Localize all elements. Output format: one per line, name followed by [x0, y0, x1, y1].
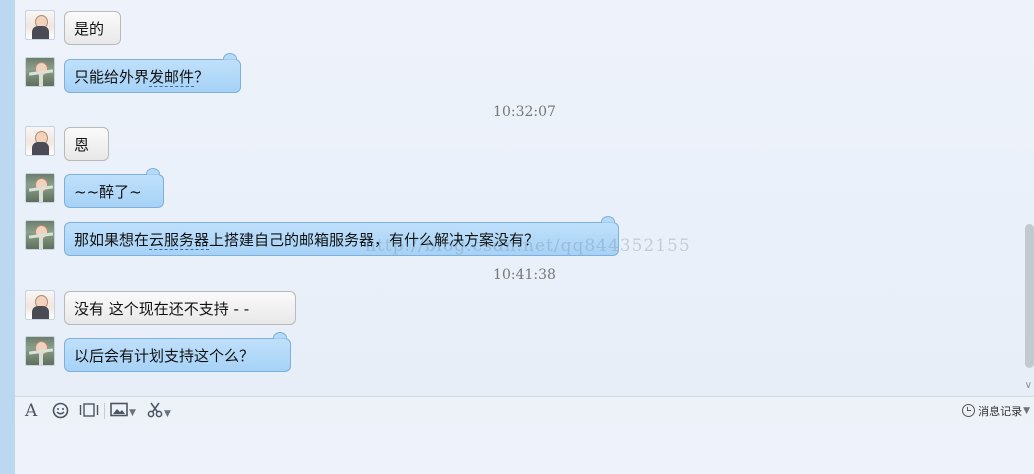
scroll-down-icon[interactable]: ∨: [1025, 380, 1032, 391]
message-input[interactable]: [15, 425, 1034, 474]
message-bubble-self: ~~醉了~: [64, 174, 164, 208]
message-text: 是的: [74, 20, 105, 38]
keyword-link[interactable]: 发邮件: [149, 68, 195, 87]
message-text: 只能给外界: [74, 68, 150, 86]
message-text: ？: [194, 68, 210, 86]
message-bubble-friend: 恩: [64, 127, 109, 161]
message-bubble-self: 只能给外界发邮件？: [64, 59, 241, 93]
chat-history: 是的 只能给外界发邮件？ 10:32:07 恩 ~~醉了~ 那如果想在云服务器上…: [15, 0, 1034, 396]
friend-avatar[interactable]: [25, 290, 55, 320]
message-text: 以后会有计划支持这个么？: [74, 347, 255, 365]
friend-avatar[interactable]: [25, 10, 55, 40]
message-bubble-self: 以后会有计划支持这个么？: [64, 338, 291, 372]
message-text: 没有 这个现在还不支持 - -: [74, 300, 250, 318]
history-label: 消息记录: [978, 405, 1023, 418]
message-timestamp: 10:41:38: [493, 267, 556, 283]
message-timestamp: 10:32:07: [493, 104, 556, 120]
message-history-button[interactable]: 消息记录▼: [962, 403, 1030, 420]
toolbar-divider: [104, 403, 105, 419]
self-avatar[interactable]: [25, 220, 55, 250]
message-text: ~~醉了~: [74, 183, 142, 201]
self-avatar[interactable]: [25, 173, 55, 203]
watermark: http://blog.csdn.net/qq844352155: [365, 236, 691, 256]
chevron-down-icon[interactable]: ▼: [129, 408, 136, 418]
friend-avatar[interactable]: [25, 126, 55, 156]
chevron-down-icon: ▼: [1023, 406, 1030, 416]
image-icon[interactable]: ▼: [110, 402, 136, 420]
message-text: 恩: [74, 136, 90, 154]
font-icon[interactable]: A: [25, 402, 37, 420]
emoji-icon[interactable]: [52, 402, 69, 420]
clock-icon: [962, 404, 976, 417]
scrollbar-thumb[interactable]: [1025, 224, 1034, 368]
input-toolbar: A ▼ ▼ 消息记录▼: [15, 396, 1034, 425]
message-text: 那如果想在: [74, 231, 150, 249]
message-bubble-friend: 没有 这个现在还不支持 - -: [64, 291, 296, 325]
message-bubble-friend: 是的: [64, 11, 121, 45]
chevron-down-icon[interactable]: ▼: [164, 409, 171, 419]
self-avatar[interactable]: [25, 57, 55, 87]
chat-scrollbar[interactable]: ∨: [1024, 0, 1034, 396]
screenshot-icon[interactable]: [79, 402, 99, 420]
self-avatar[interactable]: [25, 336, 55, 366]
keyword-link[interactable]: 云服务器: [149, 231, 210, 250]
scissors-icon[interactable]: ▼: [147, 402, 171, 420]
